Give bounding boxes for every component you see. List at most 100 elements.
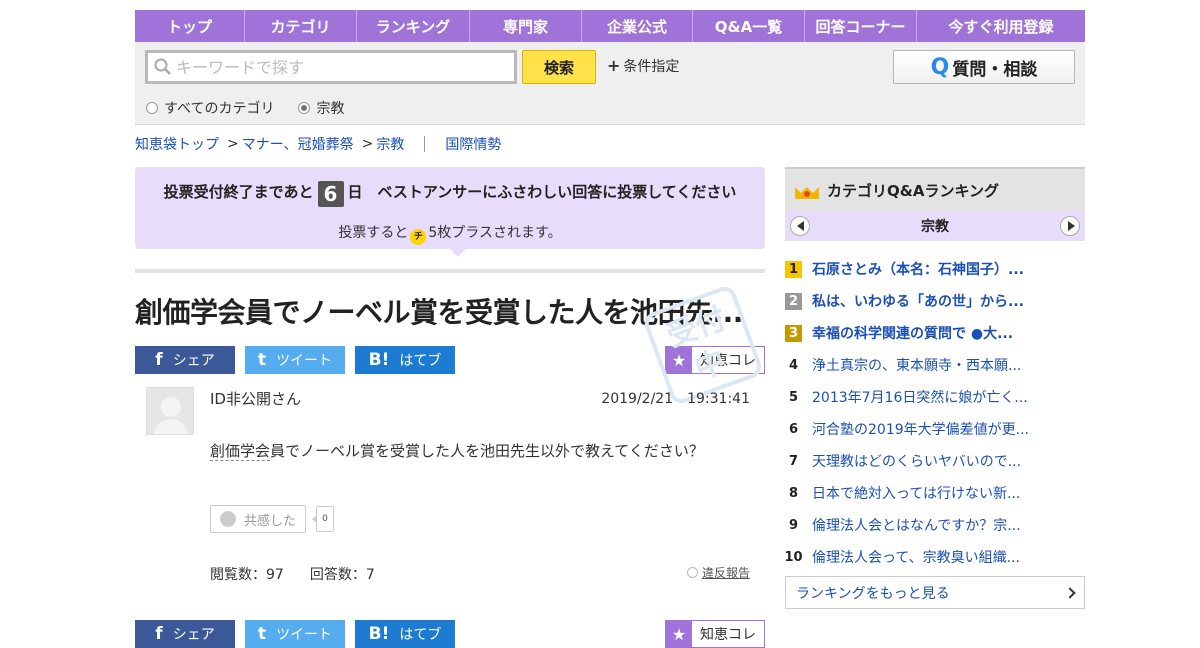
related-category-link[interactable]: 国際情勢 <box>445 134 501 154</box>
ranking-item[interactable]: 2 私は、いわゆる「あの世」から... <box>785 285 1085 317</box>
condition-label: 条件指定 <box>623 59 680 75</box>
ranking-item[interactable]: 10 倫理法人会って、宗教臭い組織... <box>784 541 1085 573</box>
category-scope: すべてのカテゴリ 宗教 <box>146 98 368 118</box>
ranking-category-switcher: 宗教 <box>785 211 1085 241</box>
prev-category-button[interactable] <box>790 216 810 236</box>
condition-link[interactable]: + 条件指定 <box>607 56 679 76</box>
breadcrumb-l1[interactable]: マナー、冠婚葬祭 <box>242 134 354 154</box>
ranking-item[interactable]: 6 河合塾の2019年大学偏差値が更... <box>785 413 1085 445</box>
empathy-button[interactable]: 共感した <box>210 505 306 533</box>
twitter-share-button[interactable]: t ツイート <box>245 346 345 374</box>
ranking-item-title[interactable]: 浄土真宗の、東本願寺・西本願... <box>812 355 1021 375</box>
nav-top[interactable]: トップ <box>135 10 245 42</box>
chie-collection-label: 知恵コレ <box>700 627 756 643</box>
twitter-share-button[interactable]: t ツイート <box>245 620 345 648</box>
rank-number: 7 <box>788 453 799 469</box>
empathy-label: 共感した <box>243 513 296 529</box>
radio-dot-selected <box>298 102 311 114</box>
vote-banner: 投票受付終了まであと 6 日 ベストアンサーにふさわしい回答に投票してください 投票… <box>135 167 765 257</box>
facebook-share-label: シェア <box>172 353 215 369</box>
facebook-share-button[interactable]: f シェア <box>135 346 235 374</box>
search-area: 検索 +条件指定 Q質問・相談 すべてのカテゴリ 宗教 <box>135 42 1085 125</box>
question-stats: 閲覧数：97 回答数：7 <box>210 564 401 584</box>
ranking-item-title[interactable]: 幸福の科学関連の質問で ●大... <box>812 323 1013 343</box>
vote-suffix: 日 ベストアンサーにふさわしい回答に投票してください <box>347 183 737 201</box>
main-column: 投票受付終了まであと 6 日 ベストアンサーにふさわしい回答に投票してください 投票… <box>135 167 765 584</box>
global-nav: トップ カテゴリ ランキング 専門家 企業公式 Q&A一覧 回答コーナー 今すぐ… <box>135 10 1085 42</box>
search-input[interactable] <box>176 57 506 77</box>
next-category-button[interactable] <box>1060 216 1080 236</box>
twitter-share-label: ツイート <box>276 353 333 369</box>
post-date: 2019/2/21 19:31:41 <box>601 391 750 407</box>
ranking-title: カテゴリQ&Aランキング <box>827 181 999 200</box>
hatena-bookmark-button[interactable]: B! はてブ <box>355 346 455 374</box>
avatar <box>146 387 194 435</box>
crown-icon <box>795 181 819 199</box>
rank-number: 8 <box>788 485 799 501</box>
ranking-item[interactable]: 9 倫理法人会とはなんですか？宗... <box>785 509 1085 541</box>
keyword-link[interactable]: 創価学会 <box>210 442 271 461</box>
star-icon: ★ <box>666 621 692 647</box>
twitter-icon: t <box>257 350 267 370</box>
chevron-right-icon <box>1067 221 1075 231</box>
nav-experts[interactable]: 専門家 <box>470 10 582 42</box>
ranking-category: 宗教 <box>921 219 949 235</box>
ranking-item[interactable]: 8 日本で絶対入っては行けない新... <box>785 477 1085 509</box>
vote-deadline: 投票受付終了まであと 6 日 ベストアンサーにふさわしい回答に投票してください <box>135 181 765 207</box>
ranking-item-title[interactable]: 河合塾の2019年大学偏差値が更... <box>812 419 1029 439</box>
nav-category[interactable]: カテゴリ <box>245 10 357 42</box>
ask-question-button[interactable]: Q 質問・相談 <box>893 50 1075 84</box>
ranking-list: 1 石原さとみ（本名：石神国子）... 2 私は、いわゆる「あの世」から... 3幸… <box>784 253 1085 573</box>
radio-current-category[interactable]: 宗教 <box>298 98 344 118</box>
nav-register[interactable]: 今すぐ利用登録 <box>917 10 1085 42</box>
ranking-item[interactable]: 5 2013年7月16日突然に娘が亡く... <box>785 381 1085 413</box>
vote-prefix: 投票受付終了まであと <box>163 183 314 201</box>
nav-qa-list[interactable]: Q&A一覧 <box>693 10 805 42</box>
nav-official[interactable]: 企業公式 <box>582 10 693 42</box>
ranking-item-title[interactable]: 天理教はどのくらいヤバいので... <box>812 451 1021 471</box>
breadcrumb-divider <box>424 136 426 152</box>
ranking-item-title[interactable]: 倫理法人会とはなんですか？宗... <box>812 515 1021 535</box>
breadcrumb-l2[interactable]: 宗教 <box>376 134 404 154</box>
question-body-text: 員でノーベル賞を受賞した人を池田先生以外で教えてください？ <box>270 442 704 460</box>
nav-answer-corner[interactable]: 回答コーナー <box>805 10 917 42</box>
ranking-item-title[interactable]: 日本で絶対入っては行けない新... <box>812 483 1020 503</box>
avatar-head <box>161 397 181 417</box>
facebook-icon: f <box>155 624 163 644</box>
twitter-icon: t <box>257 624 267 644</box>
user-name: ID非公開さん <box>210 390 301 408</box>
ranking-more-label: ランキングをもっと見る <box>796 585 950 602</box>
ranking-item-title[interactable]: 石原さとみ（本名：石神国子）... <box>812 259 1024 279</box>
rank-number: 4 <box>788 357 799 373</box>
ask-question-label: 質問・相談 <box>952 59 1038 80</box>
search-button[interactable]: 検索 <box>522 50 596 84</box>
ranking-item[interactable]: 3 幸福の科学関連の質問で ●大... <box>785 317 1085 349</box>
facebook-share-button[interactable]: f シェア <box>135 620 235 648</box>
plus-icon: + <box>607 56 621 75</box>
breadcrumb: 知恵袋トップ > マナー、冠婚葬祭 > 宗教 国際情勢 <box>135 134 501 154</box>
facebook-share-label: シェア <box>172 627 215 643</box>
nav-ranking[interactable]: ランキング <box>357 10 470 42</box>
ranking-item-title[interactable]: 私は、いわゆる「あの世」から... <box>812 291 1024 311</box>
ranking-item[interactable]: 1 石原さとみ（本名：石神国子）... <box>785 253 1085 285</box>
breadcrumb-sep: > <box>361 136 374 152</box>
hatena-bookmark-button[interactable]: B! はてブ <box>355 620 455 648</box>
vote-reward-a: 投票すると <box>338 225 409 241</box>
search-field[interactable] <box>145 50 517 84</box>
empathy-count: 0 <box>312 506 334 532</box>
rank-badge: 2 <box>785 292 802 310</box>
rank-number: 10 <box>784 549 803 565</box>
ranking-more-link[interactable]: ランキングをもっと見る <box>785 576 1085 609</box>
breadcrumb-top[interactable]: 知恵袋トップ <box>135 134 219 154</box>
chie-collection-button[interactable]: ★ 知恵コレ <box>665 620 765 648</box>
ranking-item-title[interactable]: 倫理法人会って、宗教臭い組織... <box>812 547 1020 567</box>
ranking-item-title[interactable]: 2013年7月16日突然に娘が亡く... <box>812 387 1028 407</box>
rank-badge: 1 <box>785 260 802 278</box>
report-link[interactable]: 違反報告 <box>686 564 750 581</box>
rank-number: 6 <box>788 421 799 437</box>
search-icon <box>154 58 171 75</box>
ranking-item[interactable]: 7 天理教はどのくらいヤバいので... <box>785 445 1085 477</box>
ranking-item[interactable]: 4 浄土真宗の、東本願寺・西本願... <box>785 349 1085 381</box>
radio-all-categories[interactable]: すべてのカテゴリ <box>146 98 274 118</box>
hatena-icon: B! <box>368 350 390 370</box>
